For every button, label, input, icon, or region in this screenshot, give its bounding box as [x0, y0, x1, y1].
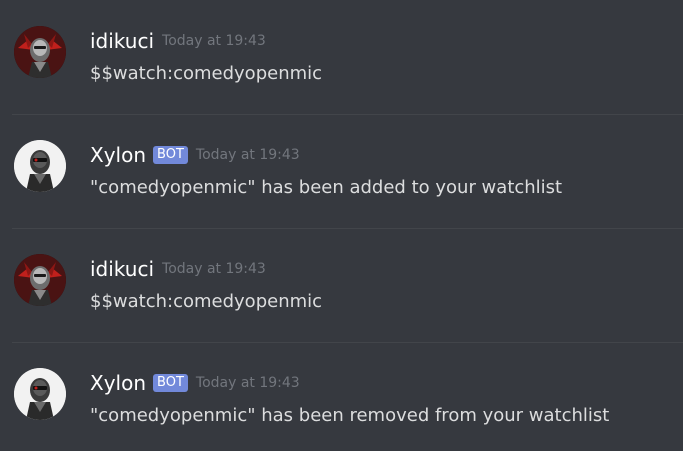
- robot-white-avatar-icon: [14, 140, 66, 192]
- avatar[interactable]: [14, 254, 66, 306]
- chat-message: idikuci Today at 19:43 $$watch:comedyope…: [0, 1, 683, 114]
- message-text: $$watch:comedyopenmic: [90, 63, 323, 84]
- timestamp: Today at 19:43: [195, 147, 300, 163]
- timestamp: Today at 19:43: [162, 33, 266, 49]
- chat-message: idikuci Today at 19:43 $$watch:comedyope…: [0, 229, 683, 342]
- chat-message: Xylon BOT Today at 19:43 "comedyopenmic"…: [0, 343, 683, 451]
- avatar[interactable]: [14, 26, 66, 78]
- robot-red-avatar-icon: [14, 26, 66, 78]
- username[interactable]: idikuci: [90, 257, 154, 281]
- bot-badge: BOT: [153, 146, 188, 164]
- chat-log: idikuci Today at 19:43 $$watch:comedyope…: [0, 0, 683, 451]
- avatar[interactable]: [14, 140, 66, 192]
- timestamp: Today at 19:43: [162, 261, 266, 277]
- username[interactable]: Xylon: [90, 143, 146, 167]
- message-text: "comedyopenmic" has been removed from yo…: [90, 405, 610, 426]
- robot-red-avatar-icon: [14, 254, 66, 306]
- bot-badge: BOT: [153, 374, 188, 392]
- message-text: $$watch:comedyopenmic: [90, 291, 323, 312]
- message-text: "comedyopenmic" has been added to your w…: [90, 177, 563, 198]
- chat-message: Xylon BOT Today at 19:43 "comedyopenmic"…: [0, 115, 683, 228]
- timestamp: Today at 19:43: [195, 375, 300, 391]
- username[interactable]: Xylon: [90, 371, 146, 395]
- robot-white-avatar-icon: [14, 368, 66, 420]
- username[interactable]: idikuci: [90, 29, 154, 53]
- avatar[interactable]: [14, 368, 66, 420]
